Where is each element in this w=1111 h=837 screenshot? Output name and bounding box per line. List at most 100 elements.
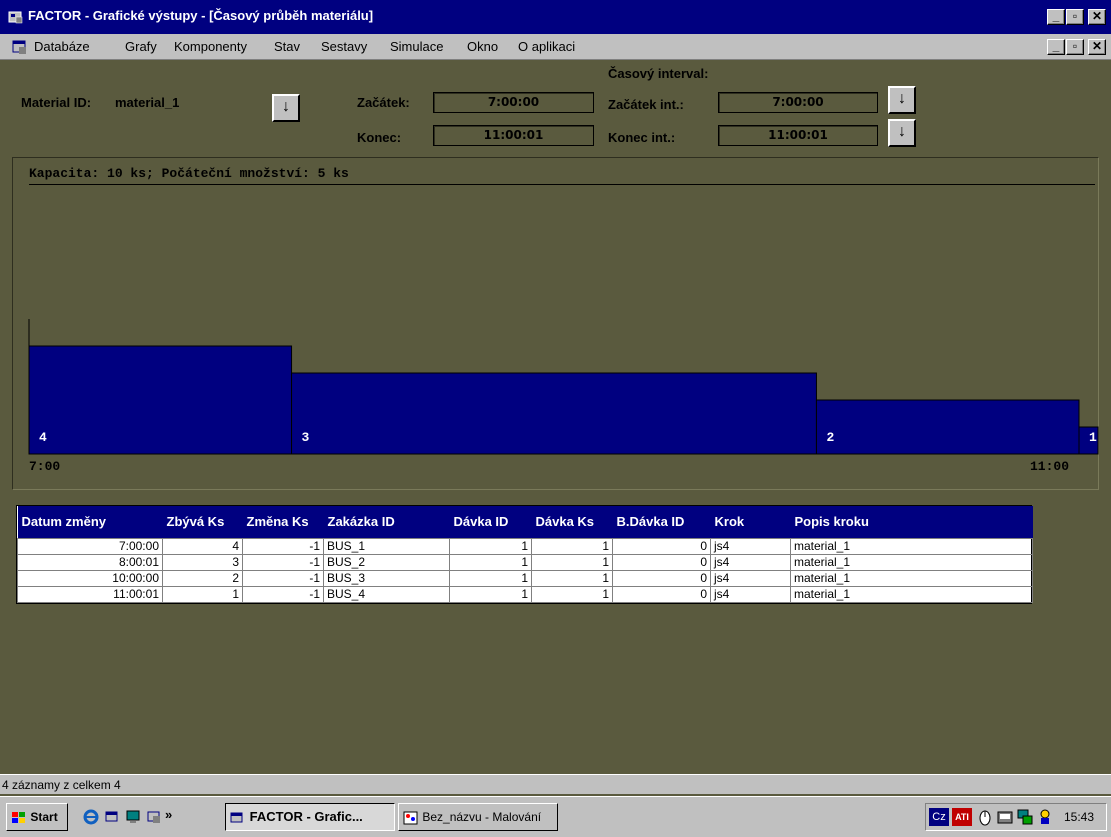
cell-krok[interactable]: js4 — [710, 569, 791, 587]
cell-krok[interactable]: js4 — [710, 585, 791, 603]
table-header-row: Datum změny Zbývá Ks Změna Ks Zakázka ID… — [17, 506, 1033, 538]
show-desktop-icon[interactable] — [125, 809, 141, 825]
cell-datum[interactable]: 11:00:01 — [17, 585, 163, 603]
start-int-button[interactable]: ↓ — [888, 86, 916, 114]
material-id-value: material_1 — [115, 95, 180, 110]
status-bar: 4 záznamy z celkem 4 — [0, 774, 1111, 794]
col-popis-kroku[interactable]: Popis kroku — [790, 506, 1033, 538]
cell-b-davka[interactable]: 0 — [612, 553, 711, 571]
step-value-label: 4 — [39, 430, 47, 445]
cell-zmena[interactable]: -1 — [242, 569, 324, 587]
cell-davka-id[interactable]: 1 — [449, 537, 532, 555]
minimize-button[interactable]: _ — [1047, 9, 1065, 25]
cell-zakazka[interactable]: BUS_1 — [323, 537, 450, 555]
cell-zbyva[interactable]: 1 — [162, 585, 243, 603]
stock-step-bar — [28, 345, 293, 455]
child-close-button[interactable]: ✕ — [1088, 39, 1106, 55]
quicklaunch-app-icon[interactable] — [104, 809, 120, 825]
ati-tray-icon[interactable]: ATI — [952, 808, 972, 826]
menu-simulace[interactable]: Simulace — [390, 39, 443, 54]
end-int-button[interactable]: ↓ — [888, 119, 916, 147]
cell-davka-id[interactable]: 1 — [449, 585, 532, 603]
volume-tray-icon[interactable] — [996, 808, 1014, 826]
cell-davka-ks[interactable]: 1 — [531, 569, 613, 587]
cell-zmena[interactable]: -1 — [242, 585, 324, 603]
cell-davka-id[interactable]: 1 — [449, 569, 532, 587]
cell-zakazka[interactable]: BUS_3 — [323, 569, 450, 587]
menu-sestavy[interactable]: Sestavy — [321, 39, 367, 54]
menu-okno[interactable]: Okno — [467, 39, 498, 54]
start-field[interactable]: 7:00:00 — [433, 92, 594, 113]
windows-logo-icon — [12, 811, 25, 823]
table-row[interactable]: 7:00:00 4 -1 BUS_1 1 1 0 js4 material_1 — [17, 537, 1033, 555]
cell-popis[interactable]: material_1 — [790, 537, 1033, 555]
close-button[interactable]: ✕ — [1088, 9, 1106, 25]
quicklaunch-factor-icon[interactable] — [146, 809, 162, 825]
cell-popis[interactable]: material_1 — [790, 569, 1033, 587]
document-window-icon[interactable] — [12, 39, 28, 55]
internet-explorer-icon[interactable] — [83, 809, 99, 825]
col-zbyva-ks[interactable]: Zbývá Ks — [162, 506, 243, 538]
cell-krok[interactable]: js4 — [710, 537, 791, 555]
cell-popis[interactable]: material_1 — [790, 585, 1033, 603]
task-factor[interactable]: FACTOR - Grafic... — [225, 803, 395, 831]
end-label: Konec: — [357, 130, 402, 145]
cell-zmena[interactable]: -1 — [242, 537, 324, 555]
cell-datum[interactable]: 10:00:00 — [17, 569, 163, 587]
table-row[interactable]: 10:00:00 2 -1 BUS_3 1 1 0 js4 material_1 — [17, 569, 1033, 587]
cell-datum[interactable]: 7:00:00 — [17, 537, 163, 555]
cell-b-davka[interactable]: 0 — [612, 569, 711, 587]
cell-zbyva[interactable]: 2 — [162, 569, 243, 587]
cell-zakazka[interactable]: BUS_4 — [323, 585, 450, 603]
child-minimize-button[interactable]: _ — [1047, 39, 1065, 55]
cell-zbyva[interactable]: 4 — [162, 537, 243, 555]
table-row[interactable]: 11:00:01 1 -1 BUS_4 1 1 0 js4 material_1 — [17, 585, 1033, 603]
child-restore-button[interactable]: ▫ — [1066, 39, 1084, 55]
cell-zbyva[interactable]: 3 — [162, 553, 243, 571]
factor-app-icon[interactable] — [8, 9, 24, 25]
menu-grafy[interactable]: Grafy — [125, 39, 157, 54]
scheduler-tray-icon[interactable] — [1036, 808, 1054, 826]
record-count-text: 4 záznamy z celkem 4 — [2, 778, 121, 792]
table-row[interactable]: 8:00:01 3 -1 BUS_2 1 1 0 js4 material_1 — [17, 553, 1033, 571]
col-krok[interactable]: Krok — [710, 506, 791, 538]
end-field[interactable]: 11:00:01 — [433, 125, 594, 146]
more-quicklaunch-chevron[interactable]: » — [165, 807, 172, 822]
task-paint-label: Bez_názvu - Malování — [422, 810, 542, 824]
col-b-davka-id[interactable]: B.Dávka ID — [612, 506, 711, 538]
task-paint[interactable]: Bez_názvu - Malování — [398, 803, 558, 831]
col-davka-ks[interactable]: Dávka Ks — [531, 506, 613, 538]
start-int-field[interactable]: 7:00:00 — [718, 92, 878, 113]
cell-zakazka[interactable]: BUS_2 — [323, 553, 450, 571]
start-button[interactable]: Start — [6, 803, 68, 831]
cell-b-davka[interactable]: 0 — [612, 585, 711, 603]
col-zmena-ks[interactable]: Změna Ks — [242, 506, 324, 538]
menu-komponenty[interactable]: Komponenty — [174, 39, 247, 54]
menu-stav[interactable]: Stav — [274, 39, 300, 54]
cell-davka-ks[interactable]: 1 — [531, 553, 613, 571]
end-int-field[interactable]: 11:00:01 — [718, 125, 878, 146]
cell-b-davka[interactable]: 0 — [612, 537, 711, 555]
col-zakazka-id[interactable]: Zakázka ID — [323, 506, 450, 538]
task-factor-label: FACTOR - Grafic... — [249, 809, 363, 824]
cell-datum[interactable]: 8:00:01 — [17, 553, 163, 571]
stock-step-bar — [815, 399, 1080, 455]
language-indicator[interactable]: Cz — [929, 808, 949, 826]
cell-davka-id[interactable]: 1 — [449, 553, 532, 571]
cell-krok[interactable]: js4 — [710, 553, 791, 571]
cell-davka-ks[interactable]: 1 — [531, 585, 613, 603]
cell-popis[interactable]: material_1 — [790, 553, 1033, 571]
menu-databaze[interactable]: Databáze — [34, 39, 90, 54]
restore-button[interactable]: ▫ — [1066, 9, 1084, 25]
material-stock-chart: 4 3 2 1 7:00 11:00 — [28, 319, 1099, 474]
cell-davka-ks[interactable]: 1 — [531, 537, 613, 555]
mouse-tray-icon[interactable] — [976, 808, 994, 826]
material-select-button[interactable]: ↓ — [272, 94, 300, 122]
network-tray-icon[interactable] — [1016, 808, 1034, 826]
clock[interactable]: 15:43 — [1064, 810, 1094, 824]
col-datum-zmeny[interactable]: Datum změny — [17, 506, 163, 538]
cell-zmena[interactable]: -1 — [242, 553, 324, 571]
title-bar: FACTOR - Grafické výstupy - [Časový průb… — [0, 0, 1111, 34]
col-davka-id[interactable]: Dávka ID — [449, 506, 532, 538]
menu-o-aplikaci[interactable]: O aplikaci — [518, 39, 575, 54]
